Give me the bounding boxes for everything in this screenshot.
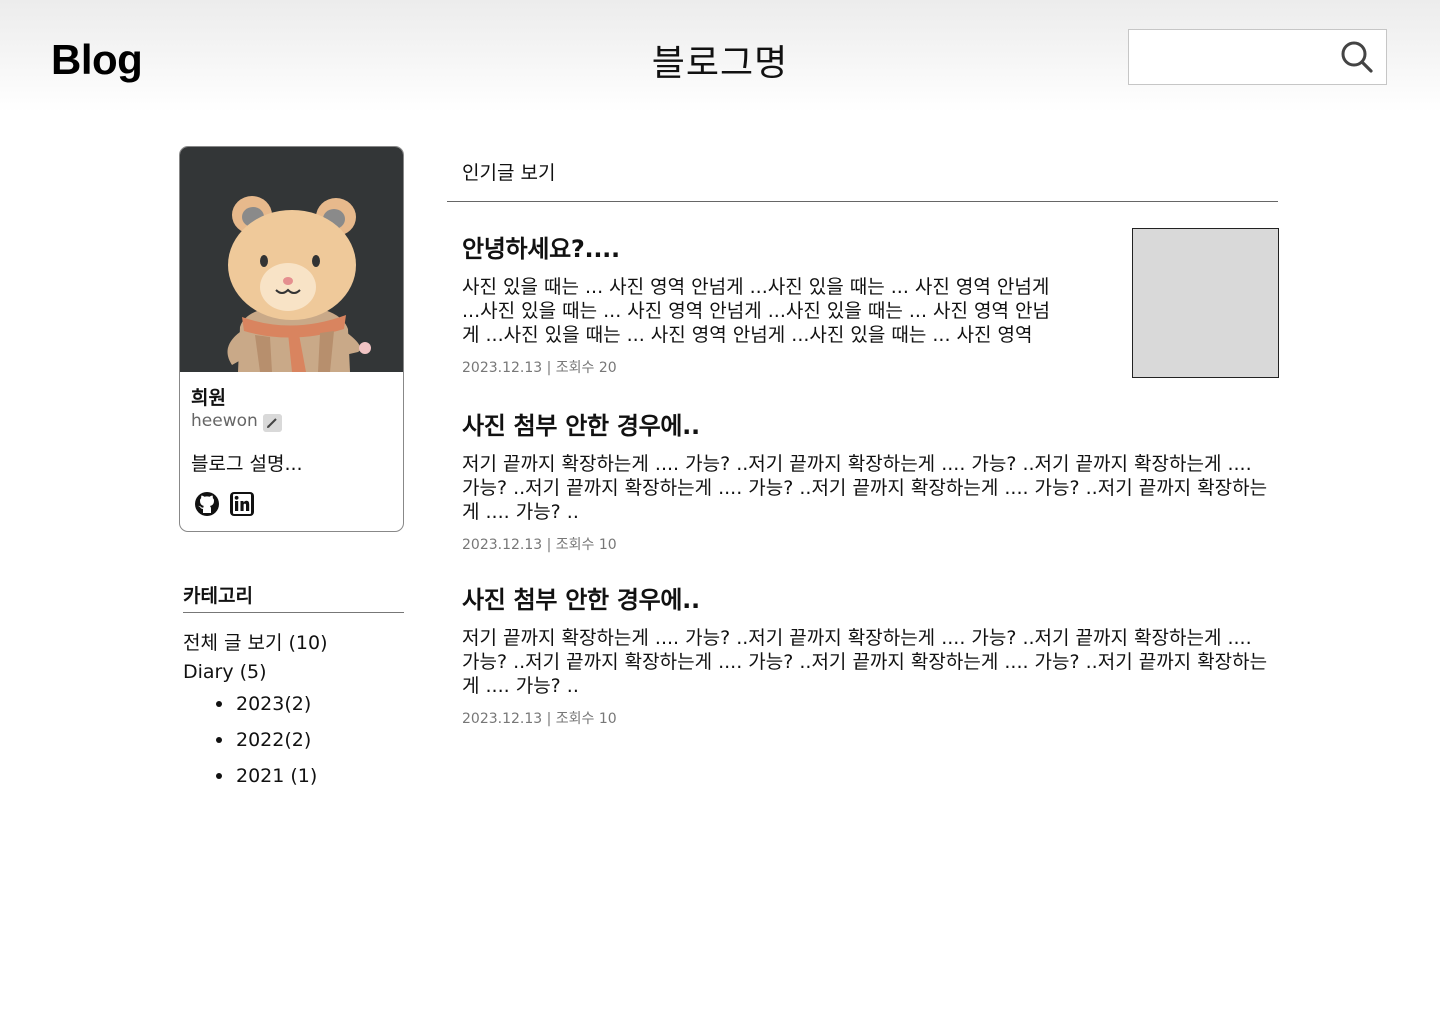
post-meta: 2023.12.13 | 조회수 20: [462, 360, 617, 376]
post-excerpt: 저기 끝까지 확장하는게 .... 가능? ..저기 끝까지 확장하는게 ...…: [462, 627, 1268, 697]
bullet-icon: [216, 773, 222, 779]
post-title[interactable]: 사진 첨부 안한 경우에..: [462, 406, 1274, 441]
category-subitem-2022[interactable]: 2022(2): [216, 729, 311, 751]
profile-description: 블로그 설명...: [191, 453, 303, 475]
category-item-all[interactable]: 전체 글 보기 (10): [183, 628, 328, 655]
category-title: 카테고리: [183, 585, 253, 607]
profile-card: 희원 heewon 블로그 설명...: [179, 146, 404, 532]
site-header: Blog 블로그명: [0, 0, 1440, 112]
bullet-icon: [216, 737, 222, 743]
main-divider: [447, 201, 1278, 202]
search-box[interactable]: [1128, 29, 1387, 85]
pencil-icon[interactable]: [263, 414, 282, 432]
category-subitem-2021[interactable]: 2021 (1): [216, 765, 317, 787]
bullet-icon: [216, 701, 222, 707]
post-item[interactable]: 사진 첨부 안한 경우에.. 저기 끝까지 확장하는게 .... 가능? ..저…: [462, 580, 1274, 728]
avatar: [180, 147, 403, 372]
hamster-avatar-image: [227, 196, 371, 372]
post-excerpt: 사진 있을 때는 ... 사진 영역 안넘게 ...사진 있을 때는 ... 사…: [462, 276, 1050, 346]
post-title[interactable]: 안녕하세요?....: [462, 229, 1067, 264]
category-subitem-label: 2021 (1): [236, 765, 318, 787]
category-subitem-label: 2022(2): [236, 729, 312, 751]
popular-posts-link[interactable]: 인기글 보기: [462, 158, 555, 185]
profile-name: 희원: [191, 387, 226, 409]
search-icon[interactable]: [1340, 40, 1374, 74]
post-meta: 2023.12.13 | 조회수 10: [462, 537, 617, 553]
linkedin-icon[interactable]: [229, 491, 255, 517]
category-item-diary[interactable]: Diary (5): [183, 661, 267, 683]
post-excerpt: 저기 끝까지 확장하는게 .... 가능? ..저기 끝까지 확장하는게 ...…: [462, 453, 1268, 523]
profile-handle: heewon: [191, 411, 258, 431]
search-input[interactable]: [1129, 30, 1329, 84]
post-item[interactable]: 사진 첨부 안한 경우에.. 저기 끝까지 확장하는게 .... 가능? ..저…: [462, 406, 1274, 554]
github-icon[interactable]: [194, 491, 220, 517]
post-item[interactable]: 안녕하세요?.... 사진 있을 때는 ... 사진 영역 안넘게 ...사진 …: [462, 229, 1067, 377]
category-subitem-2023[interactable]: 2023(2): [216, 693, 311, 715]
post-thumbnail[interactable]: [1132, 228, 1279, 378]
post-title[interactable]: 사진 첨부 안한 경우에..: [462, 580, 1274, 615]
category-divider: [183, 612, 404, 613]
category-subitem-label: 2023(2): [236, 693, 312, 715]
post-meta: 2023.12.13 | 조회수 10: [462, 711, 617, 727]
